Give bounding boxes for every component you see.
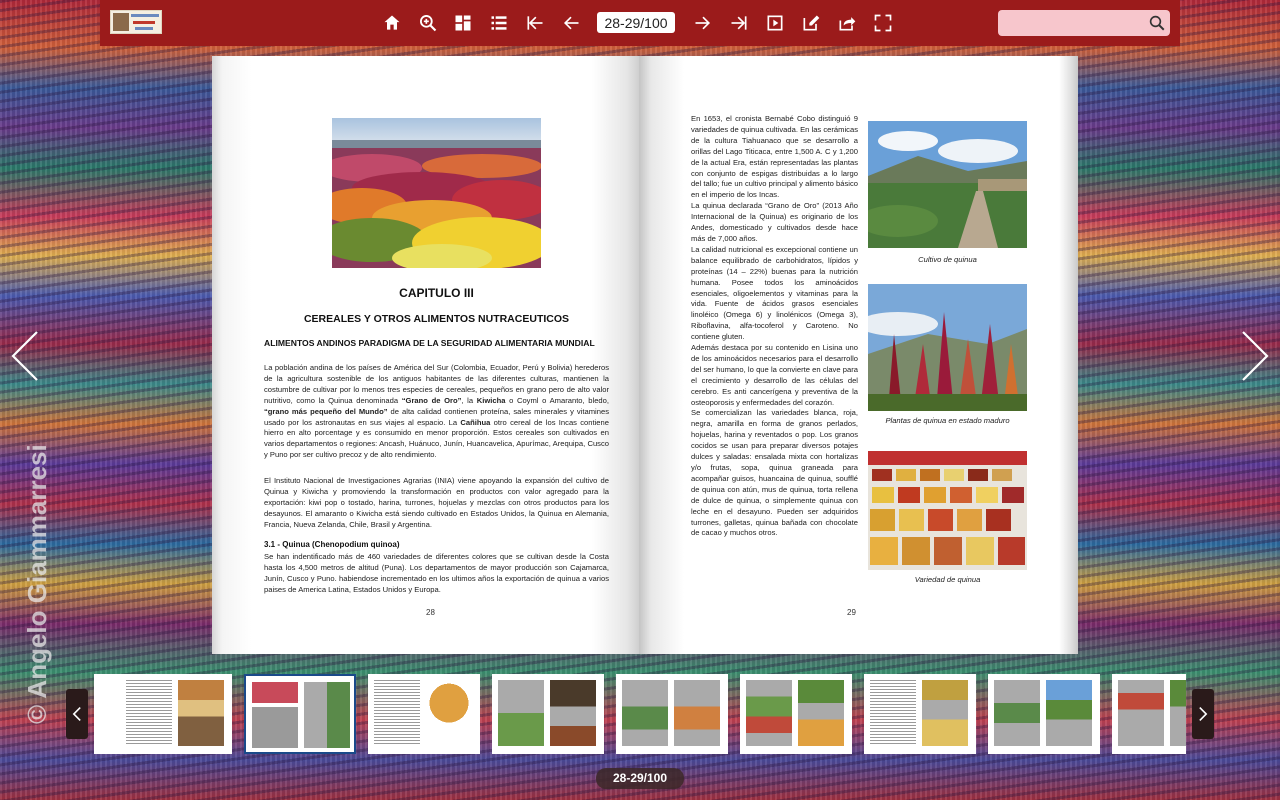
- previous-page-button[interactable]: [559, 11, 583, 35]
- autoplay-icon: [767, 15, 783, 31]
- zoom-in-button[interactable]: [416, 11, 440, 35]
- page-number-input[interactable]: [597, 12, 675, 33]
- page-29[interactable]: En 1653, el cronista Bernabé Cobo distin…: [639, 56, 1078, 654]
- thumbnail-page-active[interactable]: [244, 674, 356, 754]
- left-paragraph-1: La población andina de los países de Amé…: [264, 363, 609, 460]
- thumbnail-page[interactable]: [988, 674, 1100, 754]
- left-paragraph-3: Se han indentificado más de 460 variedad…: [264, 552, 609, 594]
- mature-quinoa-plants-photo: [868, 284, 1027, 411]
- copyright-watermark: © Angelo Giammarresi: [22, 444, 52, 724]
- chapter-subtitle: CEREALES Y OTROS ALIMENTOS NUTRACEUTICOS: [303, 313, 570, 325]
- thumbnail-page[interactable]: [492, 674, 604, 754]
- first-page-button[interactable]: [523, 11, 547, 35]
- thumbnail-page[interactable]: [368, 674, 480, 754]
- thumbnails-button[interactable]: [451, 11, 475, 35]
- fullscreen-button[interactable]: [871, 11, 895, 35]
- last-page-button[interactable]: [727, 11, 751, 35]
- autoplay-button[interactable]: [763, 11, 787, 35]
- book-spread[interactable]: CAPITULO III CEREALES Y OTROS ALIMENTOS …: [212, 56, 1078, 654]
- home-icon: [384, 15, 400, 30]
- first-page-icon: [527, 16, 543, 30]
- zoom-in-icon: [420, 15, 437, 32]
- right-paragraph-2: La quinua declarada “Grano de Oro” (2013…: [691, 201, 858, 243]
- section-title: ALIMENTOS ANDINOS PARADIGMA DE LA SEGURI…: [264, 338, 595, 348]
- next-page-button[interactable]: [691, 11, 715, 35]
- page-28[interactable]: CAPITULO III CEREALES Y OTROS ALIMENTOS …: [212, 56, 639, 654]
- page-number-right: 29: [847, 608, 856, 617]
- toolbar: [100, 0, 1180, 46]
- caption-cultivo: Cultivo de quinua: [918, 255, 977, 264]
- subsection-title: 3.1 - Quinua (Chenopodium quinoa): [264, 540, 400, 549]
- thumbnail-page[interactable]: [864, 674, 976, 754]
- thumbnails-scroll-left[interactable]: [66, 689, 88, 739]
- previous-page-icon: [563, 16, 579, 30]
- home-button[interactable]: [380, 11, 404, 35]
- notes-button[interactable]: [799, 11, 823, 35]
- thumbnail-strip: [94, 674, 1186, 754]
- right-paragraph-5: Se comercializan las variedades blanca, …: [691, 408, 858, 538]
- chevron-left-icon: [72, 707, 81, 721]
- thumbnail-page[interactable]: [616, 674, 728, 754]
- table-of-contents-button[interactable]: [487, 11, 511, 35]
- notes-icon: [803, 15, 820, 31]
- next-spread-arrow[interactable]: [1240, 330, 1270, 382]
- page-number-left: 28: [426, 608, 435, 617]
- search-box: [998, 10, 1170, 36]
- quinoa-cultivation-photo: [868, 121, 1027, 248]
- chevron-right-icon: [1199, 707, 1208, 721]
- thumbnails-scroll-right[interactable]: [1192, 689, 1214, 739]
- last-page-icon: [731, 16, 747, 30]
- right-paragraph-1: En 1653, el cronista Bernabé Cobo distin…: [691, 114, 858, 200]
- right-paragraph-4: Además destaca por su contenido en Lisin…: [691, 343, 858, 407]
- next-page-icon: [695, 16, 711, 30]
- thumbnails-icon: [455, 15, 471, 31]
- search-input[interactable]: [1004, 13, 1144, 33]
- fullscreen-icon: [874, 14, 892, 32]
- quinoa-field-photo: [332, 118, 541, 268]
- share-button[interactable]: [835, 11, 859, 35]
- right-text-column: En 1653, el cronista Bernabé Cobo distin…: [691, 114, 858, 539]
- caption-plantas: Plantas de quinua en estado maduro: [885, 416, 1010, 425]
- share-icon: [839, 17, 856, 31]
- thumbnail-page[interactable]: [120, 674, 232, 754]
- quinoa-varieties-photo: [868, 451, 1027, 570]
- right-paragraph-3: La calidad nutricional es excepcional co…: [691, 244, 858, 342]
- search-icon[interactable]: [1148, 14, 1166, 32]
- logo[interactable]: [110, 10, 162, 34]
- table-of-contents-icon: [491, 16, 507, 30]
- page-indicator: 28-29/100: [596, 768, 684, 789]
- thumbnail-page[interactable]: [1112, 674, 1186, 754]
- chevron-left-icon: [11, 331, 38, 381]
- left-paragraph-2: El Instituto Nacional de Investigaciones…: [264, 476, 609, 529]
- caption-variedad: Variedad de quinua: [914, 575, 981, 584]
- chevron-right-icon: [1242, 331, 1269, 381]
- thumbnail-page[interactable]: [740, 674, 852, 754]
- chapter-title: CAPITULO III: [399, 286, 474, 300]
- previous-spread-arrow[interactable]: [10, 330, 40, 382]
